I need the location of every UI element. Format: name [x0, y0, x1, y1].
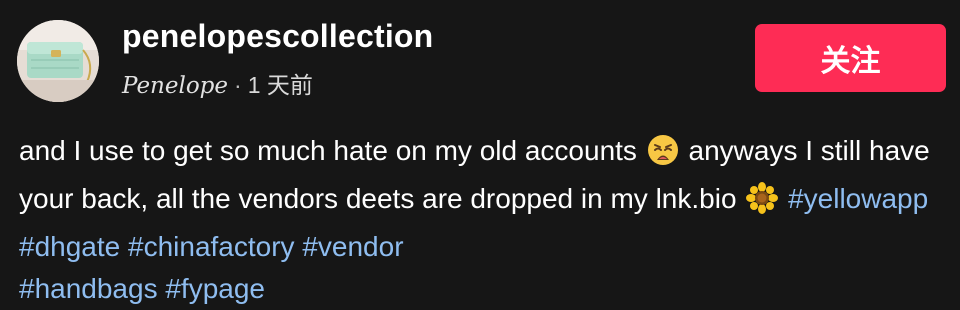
post-meta: Penelope · 1 天前: [122, 66, 313, 100]
username[interactable]: penelopescollection: [122, 18, 433, 55]
post-time: 1 天前: [247, 72, 313, 98]
avatar[interactable]: [17, 20, 99, 102]
hashtag-link[interactable]: #handbags: [19, 273, 158, 304]
follow-button[interactable]: 关注: [755, 24, 946, 92]
weary-face-emoji-icon: [647, 134, 679, 178]
hashtag-link[interactable]: #fypage: [165, 273, 265, 304]
display-name[interactable]: Penelope: [122, 73, 228, 99]
sunflower-emoji-icon: [746, 182, 779, 226]
hashtag-link[interactable]: #dhgate: [19, 231, 120, 262]
meta-separator: ·: [234, 72, 242, 98]
post-caption-card: penelopescollection Penelope · 1 天前 关注 and…: [0, 0, 960, 310]
handbag-photo-avatar-icon: [17, 20, 99, 102]
post-caption: and I use to get so much hate on my old …: [19, 130, 944, 310]
caption-text-1: and I use to get so much hate on my old …: [19, 135, 637, 166]
hashtag-link[interactable]: #chinafactory: [128, 231, 295, 262]
hashtag-link[interactable]: #vendor: [302, 231, 403, 262]
hashtag-link[interactable]: #yellowapp: [788, 183, 928, 214]
